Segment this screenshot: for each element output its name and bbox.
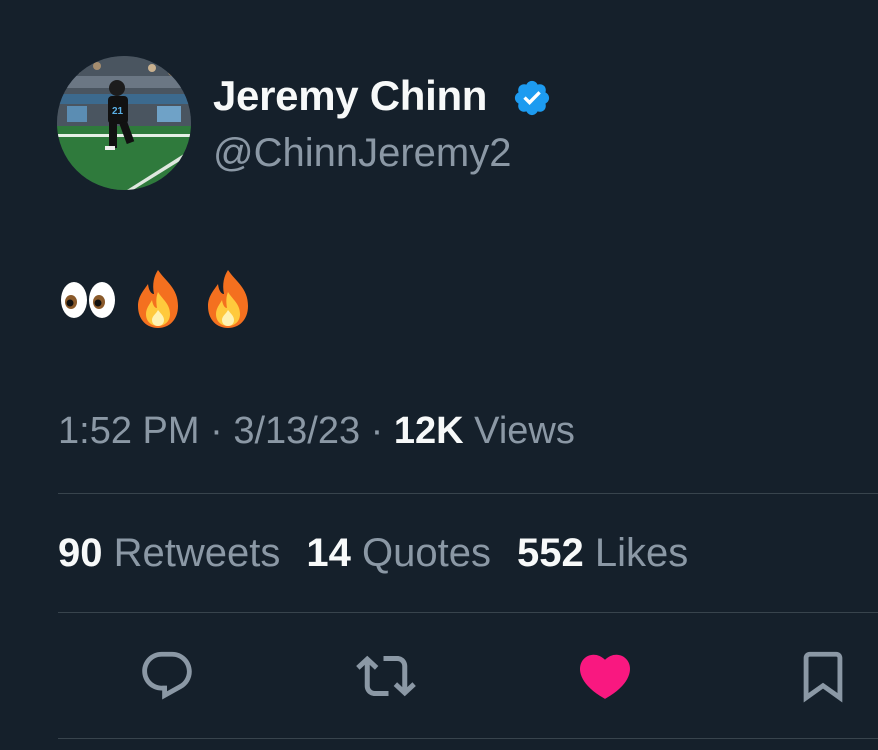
fire-emoji-icon [128,266,188,330]
divider [58,738,878,739]
views-label: Views [474,410,575,452]
reply-icon [142,651,192,700]
bookmark-icon [803,651,843,703]
verified-badge-icon[interactable] [512,78,552,118]
likes-label: Likes [594,531,689,575]
quotes-stat[interactable]: 14 Quotes [306,531,491,576]
reply-button[interactable] [137,646,197,706]
quotes-label: Quotes [362,531,491,575]
likes-stat[interactable]: 552 Likes [517,531,688,576]
retweet-icon [356,655,416,697]
divider [58,493,878,494]
views-count: 12K [393,410,464,452]
fire-emoji-icon [198,266,258,330]
meta-separator: · [210,410,223,452]
tweet-stats: 90 Retweets 14 Quotes 552 Likes [58,531,688,576]
tweet-text [58,266,258,330]
football-player-avatar-icon: 21 [57,56,191,190]
user-handle[interactable]: @ChinnJeremy2 [213,131,512,176]
like-button[interactable] [575,646,635,706]
likes-count: 552 [516,531,584,575]
retweet-button[interactable] [356,646,416,706]
tweet-meta: 1:52 PM · 3/13/23 · 12K Views [58,410,575,453]
retweets-label: Retweets [113,531,281,575]
avatar[interactable]: 21 [57,56,191,190]
meta-separator: · [370,410,384,452]
divider [58,612,878,613]
tweet-time[interactable]: 1:52 PM [58,410,200,452]
tweet-detail: 21 Jeremy Chinn @ChinnJeremy2 1:52 PM · … [0,0,878,750]
heart-icon [579,654,631,699]
retweets-count: 90 [58,531,103,575]
eyes-emoji-icon [58,266,118,330]
quotes-count: 14 [306,531,351,575]
svg-text:21: 21 [112,106,124,117]
bookmark-button[interactable] [793,646,853,706]
tweet-date[interactable]: 3/13/23 [233,410,360,452]
display-name[interactable]: Jeremy Chinn [213,72,487,120]
retweets-stat[interactable]: 90 Retweets [58,531,280,576]
